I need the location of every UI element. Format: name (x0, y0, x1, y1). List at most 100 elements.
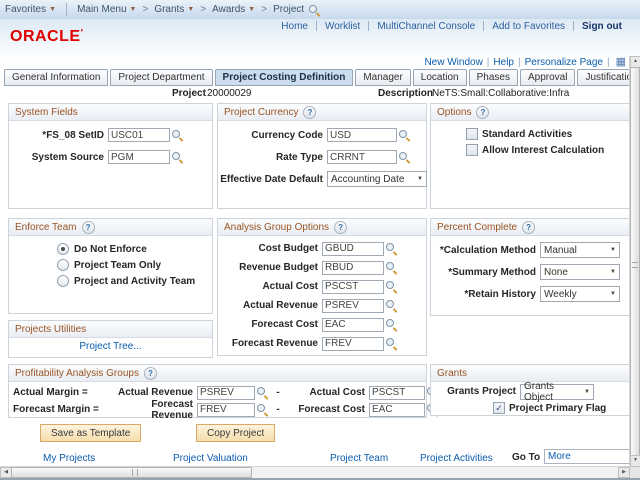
forecast-revenue-input[interactable] (197, 403, 255, 417)
worklist-link[interactable]: Worklist (317, 21, 368, 32)
main-menu[interactable]: Main Menu ▼ (72, 4, 141, 15)
cost-budget-input[interactable] (322, 242, 384, 256)
breadcrumb-grants[interactable]: Grants ▼ (149, 4, 199, 15)
project-tree-link[interactable]: Project Tree... (79, 341, 141, 352)
rate-type-input[interactable] (327, 150, 397, 164)
lookup-icon[interactable] (385, 242, 398, 255)
forecast-cost-input[interactable] (322, 318, 384, 332)
lookup-icon[interactable] (256, 403, 269, 416)
analysis-group-options-header: Analysis Group Options ? (218, 219, 426, 236)
project-and-activity-team-radio[interactable] (57, 275, 69, 287)
profitability-row: Actual Margin = Actual Revenue - Actual … (13, 384, 422, 401)
vertical-scroll-thumb[interactable] (630, 67, 640, 456)
favorites-menu[interactable]: Favorites ▼ (0, 4, 61, 15)
lookup-icon[interactable] (385, 299, 398, 312)
help-icon[interactable]: ? (303, 106, 316, 119)
lookup-icon[interactable] (398, 151, 411, 164)
retain-history-select[interactable]: Weekly ▼ (540, 286, 620, 302)
project-team-only-radio[interactable] (57, 259, 69, 271)
help-icon[interactable]: ? (476, 106, 489, 119)
effective-date-default-select[interactable]: Accounting Date ▼ (327, 171, 427, 187)
chevron-down-icon: ▼ (130, 6, 137, 13)
currency-code-input[interactable] (327, 128, 397, 142)
lookup-icon[interactable] (385, 318, 398, 331)
horizontal-scroll-thumb[interactable] (11, 467, 252, 478)
save-as-template-button[interactable]: Save as Template (40, 424, 141, 442)
lookup-icon[interactable] (256, 386, 269, 399)
project-primary-flag-checkbox[interactable] (493, 402, 505, 414)
goto-more-select[interactable]: More (544, 449, 638, 464)
tab-general-information[interactable]: General Information (4, 69, 108, 86)
help-icon[interactable]: ? (144, 367, 157, 380)
help-icon[interactable]: ? (82, 221, 95, 234)
lookup-icon[interactable] (385, 261, 398, 274)
field-row: Currency Code (218, 124, 426, 146)
actual-cost-input[interactable] (369, 386, 425, 400)
calculation-method-select[interactable]: Manual ▼ (540, 242, 620, 258)
my-projects-link[interactable]: My Projects (43, 453, 95, 464)
lookup-icon[interactable] (171, 129, 184, 142)
system-source-input[interactable] (108, 150, 170, 164)
sign-out-link[interactable]: Sign out (574, 21, 630, 32)
do-not-enforce-radio[interactable] (57, 243, 69, 255)
actual-revenue-input[interactable] (322, 299, 384, 313)
scroll-down-arrow[interactable]: ▼ (630, 455, 640, 467)
select-value: Grants Object (524, 381, 580, 403)
actual-cost-input[interactable] (322, 280, 384, 294)
actual-revenue-input[interactable] (197, 386, 255, 400)
breadcrumb-project[interactable]: Project (268, 4, 325, 16)
new-window-link[interactable]: New Window (424, 57, 482, 68)
help-link[interactable]: Help (493, 57, 514, 68)
forecast-revenue-label: Forecast Revenue (218, 338, 322, 349)
tab-project-costing-definition[interactable]: Project Costing Definition (215, 69, 354, 86)
lookup-icon[interactable] (398, 129, 411, 142)
field-row: Actual Cost (218, 277, 426, 296)
project-valuation-link[interactable]: Project Valuation (173, 453, 248, 464)
lookup-icon[interactable] (171, 151, 184, 164)
help-icon[interactable]: ? (334, 221, 347, 234)
project-activities-link[interactable]: Project Activities (420, 453, 493, 464)
radio-row: Do Not Enforce (57, 241, 212, 257)
page-utility-links: New Window | Help | Personalize Page | ▦ (424, 56, 626, 68)
horizontal-scrollbar[interactable]: ◀ ▶ (0, 466, 630, 478)
standard-activities-checkbox[interactable] (466, 128, 478, 140)
allow-interest-calculation-checkbox[interactable] (466, 144, 478, 156)
tab-location[interactable]: Location (413, 69, 467, 86)
home-link[interactable]: Home (273, 21, 316, 32)
revenue-budget-input[interactable] (322, 261, 384, 275)
multichannel-console-link[interactable]: MultiChannel Console (369, 21, 483, 32)
personalize-page-link[interactable]: Personalize Page (525, 57, 603, 68)
do-not-enforce-label: Do Not Enforce (74, 244, 147, 255)
lookup-icon[interactable] (385, 280, 398, 293)
search-icon[interactable] (308, 4, 320, 16)
scroll-right-arrow[interactable]: ▶ (618, 467, 630, 478)
personalize-layout-icon[interactable]: ▦ (616, 57, 626, 68)
chevron-down-icon: ▼ (610, 291, 616, 297)
breadcrumb: Favorites ▼ Main Menu ▼ > Grants ▼ > Awa… (0, 0, 640, 20)
breadcrumb-awards[interactable]: Awards ▼ (207, 4, 260, 15)
actual-margin-label: Actual Margin = (13, 387, 108, 398)
fs08-setid-input[interactable] (108, 128, 170, 142)
grants-project-select[interactable]: Grants Object ▼ (520, 384, 594, 400)
add-to-favorites-link[interactable]: Add to Favorites (484, 21, 573, 32)
summary-method-select[interactable]: None ▼ (540, 264, 620, 280)
tab-manager[interactable]: Manager (355, 69, 410, 86)
forecast-revenue-input[interactable] (322, 337, 384, 351)
description-value: NeTS:Small:Collaborative:Infra (432, 88, 569, 99)
system-source-label: System Source (9, 152, 108, 163)
forecast-cost-input[interactable] (369, 403, 425, 417)
tab-approval[interactable]: Approval (520, 69, 575, 86)
minus-operator: - (269, 387, 287, 398)
radio-row: Project and Activity Team (57, 273, 212, 289)
help-icon[interactable]: ? (522, 221, 535, 234)
copy-project-button[interactable]: Copy Project (196, 424, 275, 442)
vertical-scrollbar[interactable]: ▲ ▼ (629, 56, 640, 467)
group-title: Projects Utilities (15, 324, 86, 335)
favorites-label: Favorites (5, 4, 46, 15)
breadcrumb-separator: > (141, 4, 149, 15)
tab-phases[interactable]: Phases (469, 69, 518, 86)
tab-project-department[interactable]: Project Department (110, 69, 212, 86)
project-team-link[interactable]: Project Team (330, 453, 388, 464)
lookup-icon[interactable] (385, 337, 398, 350)
tab-justification[interactable]: Justification (577, 69, 631, 86)
